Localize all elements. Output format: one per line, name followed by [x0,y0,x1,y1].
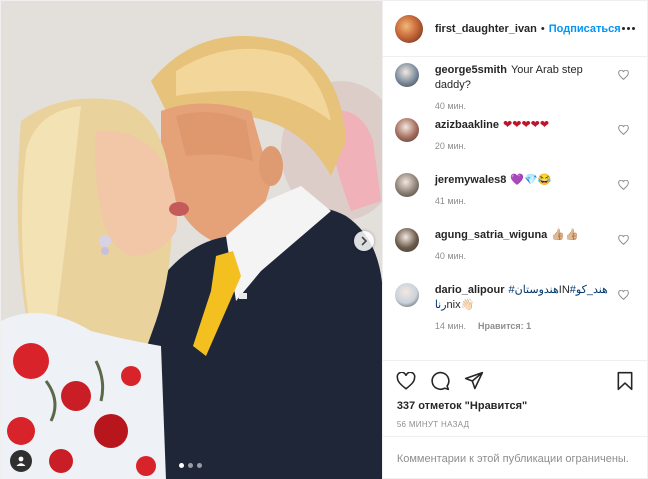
comment-avatar[interactable] [394,228,419,252]
comment-meta: 41 мин. [435,196,610,206]
bookmark-icon[interactable] [616,371,634,391]
comment-avatar[interactable] [394,63,419,87]
comment-body: george5smith Your Arab step daddy? 40 мин. [435,63,610,118]
comment-item: agung_satria_wiguna 👍🏼👍🏼 40 мин. [394,228,635,283]
photo-scene [1,1,382,479]
comment-text: dario_alipour #هندوستانIN#هند_كورناnix👋🏻 [435,283,610,313]
comment-time[interactable]: 40 мин. [435,251,466,261]
carousel-dot [197,463,202,468]
carousel-next-button[interactable] [354,231,374,251]
comment-body: azizbaakline ❤❤❤❤❤ 20 мин. [435,118,610,173]
comment-item: george5smith Your Arab step daddy? 40 мин. [394,63,635,118]
comment-body: jeremywales8 💜💎😂 41 мин. [435,173,610,228]
comment-avatar[interactable] [394,173,419,197]
comment-item: jeremywales8 💜💎😂 41 мин. [394,173,635,228]
comment-content: ❤❤❤❤❤ [503,119,550,131]
like-icon[interactable] [396,371,416,390]
comment-content: 👍🏼👍🏼 [551,229,579,241]
comment-meta: 40 мин. [435,251,610,261]
comment-username[interactable]: jeremywales8 [435,174,507,186]
comment-text: george5smith Your Arab step daddy? [435,63,610,93]
comment-username[interactable]: azizbaakline [435,119,499,131]
follow-button[interactable]: Подписаться [549,23,621,35]
tagged-users-button[interactable] [10,450,32,472]
comment-icon[interactable] [430,371,450,391]
comment-content: 💜💎😂 [510,174,552,186]
comment-username[interactable]: agung_satria_wiguna [435,229,547,241]
likes-count[interactable]: 337 отметок "Нравится" [383,400,647,416]
comment-like-icon[interactable] [618,235,629,245]
post-side-panel: first_daughter_ivan • Подписаться george… [381,1,647,479]
comment-time[interactable]: 20 мин. [435,141,466,151]
instagram-post: first_daughter_ivan • Подписаться george… [0,0,648,479]
post-actions [382,360,647,400]
comment-meta: 40 мин. [435,101,610,111]
comment-like-icon[interactable] [618,70,629,80]
carousel-dot [179,463,184,468]
comment-time[interactable]: 41 мин. [435,196,466,206]
chevron-right-icon [361,236,368,246]
comment-username[interactable]: george5smith [435,64,507,76]
more-options-icon[interactable] [622,27,635,30]
author-username[interactable]: first_daughter_ivan [435,23,537,35]
comment-text: jeremywales8 💜💎😂 [435,173,610,188]
comment-time[interactable]: 14 мин. [435,321,466,331]
comment-meta: 14 мин. Нравится: 1 [435,321,610,331]
share-icon[interactable] [464,371,484,391]
comment-like-icon[interactable] [618,125,629,135]
comment-like-icon[interactable] [618,290,629,300]
comment-avatar[interactable] [394,118,419,142]
comments-list[interactable]: george5smith Your Arab step daddy? 40 мин.… [383,57,647,360]
comment-content: nix👋🏻 [446,299,475,311]
comment-content: IN [558,284,570,296]
comment-likes[interactable]: Нравится: 1 [478,321,531,331]
post-header: first_daughter_ivan • Подписаться [382,1,647,57]
comment-body: agung_satria_wiguna 👍🏼👍🏼 40 мин. [435,228,610,283]
carousel-indicator [179,463,202,468]
comment-username[interactable]: dario_alipour [435,284,505,296]
comment-body: dario_alipour #هندوستانIN#هند_كورناnix👋🏻 1… [435,283,610,338]
author-avatar[interactable] [394,14,423,43]
comment-time[interactable]: 40 мин. [435,101,466,111]
post-photo[interactable] [1,1,382,479]
header-separator: • [540,22,545,35]
comment-item: dario_alipour #هندوستانIN#هند_كورناnix👋🏻 1… [394,283,635,338]
comments-restricted-notice: Комментарии к этой публикации ограничены… [382,436,647,479]
user-icon [16,456,26,466]
post-timestamp[interactable]: 56 МИНУТ НАЗАД [383,416,647,436]
comment-text: azizbaakline ❤❤❤❤❤ [435,118,610,133]
comment-meta: 20 мин. [435,141,610,151]
hashtag-link[interactable]: #هندوستان [509,284,559,296]
comment-text: agung_satria_wiguna 👍🏼👍🏼 [435,228,610,243]
carousel-dot [188,463,193,468]
comment-like-icon[interactable] [618,180,629,190]
comment-avatar[interactable] [394,283,419,307]
comment-item: azizbaakline ❤❤❤❤❤ 20 мин. [394,118,635,173]
